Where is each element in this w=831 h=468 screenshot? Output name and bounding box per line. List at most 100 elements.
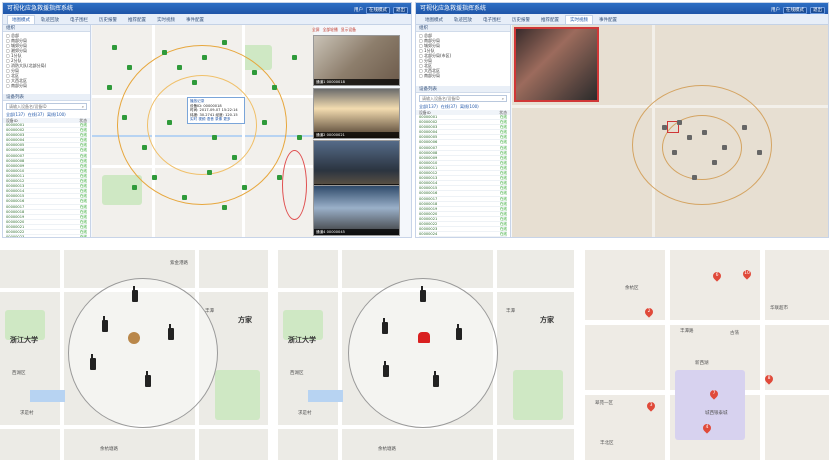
- tab-video[interactable]: 实时视频: [152, 15, 180, 24]
- officer-icon[interactable]: [128, 332, 140, 344]
- tree-node[interactable]: ▢ 南部分局: [6, 83, 87, 88]
- tab-fence-r[interactable]: 电子围栏: [478, 15, 506, 24]
- device-marker-icon[interactable]: [662, 125, 667, 130]
- tab-track[interactable]: 轨迹回放: [36, 15, 64, 24]
- tree-node[interactable]: ▢ 南部分局: [419, 73, 507, 78]
- filter-offline-r[interactable]: 离线(100): [460, 104, 479, 110]
- logout-button[interactable]: 退出: [393, 7, 408, 14]
- device-marker-icon[interactable]: [162, 50, 167, 55]
- tab-config[interactable]: 推荐配置: [123, 15, 151, 24]
- filter-online[interactable]: 在线(37): [28, 112, 44, 118]
- device-marker-icon[interactable]: [272, 85, 277, 90]
- device-marker-icon[interactable]: [742, 125, 747, 130]
- mode-pill-right[interactable]: 在线模式: [783, 7, 807, 14]
- video-wall-map[interactable]: [512, 25, 828, 237]
- geofence-map-2[interactable]: 浙江大学 方家 余杭塘路 丰潭 西湖区 求是村: [278, 250, 574, 460]
- logout-button-right[interactable]: 退出: [810, 7, 825, 14]
- radio-device-icon[interactable]: [145, 371, 151, 387]
- tab-event-r[interactable]: 事件配置: [594, 15, 622, 24]
- location-pin-icon[interactable]: 6: [711, 270, 723, 282]
- device-marker-icon[interactable]: [677, 120, 682, 125]
- device-marker-icon[interactable]: [262, 120, 267, 125]
- device-marker-icon[interactable]: [177, 65, 182, 70]
- show-devices-toggle[interactable]: 显示设备: [341, 27, 356, 33]
- location-pin-icon[interactable]: 2: [643, 306, 655, 318]
- user-label[interactable]: 用户: [354, 5, 363, 16]
- device-marker-icon[interactable]: [222, 205, 227, 210]
- alarm-icon[interactable]: [418, 332, 430, 343]
- tab-alarm-r[interactable]: 历史报警: [507, 15, 535, 24]
- device-row[interactable]: 00000023 在线: [6, 235, 87, 237]
- device-marker-icon[interactable]: [192, 80, 197, 85]
- radio-device-icon[interactable]: [90, 354, 96, 370]
- radio-device-icon[interactable]: [456, 324, 462, 340]
- device-search-input-r[interactable]: 请输入设备名/设备ID ⌕: [419, 95, 507, 102]
- location-pin-icon[interactable]: 10: [741, 268, 753, 280]
- device-popup[interactable]: 播放记录 设备ID: 00000018 时间: 2017-09-07 15:22…: [187, 97, 245, 124]
- radio-device-icon[interactable]: [433, 371, 439, 387]
- radio-device-icon[interactable]: [132, 286, 138, 302]
- video-tile-1[interactable]: 通道1 00000018: [313, 35, 400, 86]
- location-pin-icon[interactable]: 4: [701, 422, 713, 434]
- device-marker-icon[interactable]: [252, 70, 257, 75]
- device-marker-icon[interactable]: [232, 155, 237, 160]
- device-row[interactable]: 00000025 在线: [419, 237, 507, 238]
- device-marker-icon[interactable]: [722, 145, 727, 150]
- tab-config-r[interactable]: 推荐配置: [536, 15, 564, 24]
- device-marker-icon[interactable]: [757, 150, 762, 155]
- device-marker-icon[interactable]: [687, 135, 692, 140]
- location-pin-icon[interactable]: 8: [763, 373, 775, 385]
- device-marker-icon[interactable]: [142, 145, 147, 150]
- device-marker-icon[interactable]: [202, 55, 207, 60]
- tab-map[interactable]: 地图模式: [7, 15, 35, 24]
- device-marker-icon[interactable]: [127, 65, 132, 70]
- geofence-circle[interactable]: [68, 278, 218, 428]
- device-marker-icon[interactable]: [167, 120, 172, 125]
- geofence-map-1[interactable]: 浙江大学 方家 余杭塘路 丰潭 西湖区 紫金港路 求是村: [0, 250, 268, 460]
- device-marker-icon[interactable]: [222, 40, 227, 45]
- radio-device-icon[interactable]: [102, 316, 108, 332]
- video-tile-2[interactable]: 通道2 00000021: [313, 88, 400, 139]
- device-marker-icon[interactable]: [242, 185, 247, 190]
- tab-video-r[interactable]: 实时视频: [565, 15, 593, 24]
- location-pin-icon[interactable]: 3: [645, 400, 657, 412]
- tab-map-r[interactable]: 地图模式: [420, 15, 448, 24]
- carousel-button[interactable]: 全部轮播: [323, 27, 338, 33]
- device-marker-icon[interactable]: [297, 135, 302, 140]
- mode-pill[interactable]: 在线模式: [366, 7, 390, 14]
- video-tile-3[interactable]: 通道3 00000037: [313, 140, 400, 191]
- device-marker-icon[interactable]: [207, 170, 212, 175]
- fullscreen-button[interactable]: 全屏: [312, 27, 320, 33]
- filter-offline[interactable]: 离线(100): [47, 112, 66, 118]
- device-marker-icon[interactable]: [122, 115, 127, 120]
- radio-device-icon[interactable]: [168, 324, 174, 340]
- device-marker-icon[interactable]: [672, 150, 677, 155]
- search-icon[interactable]: ⌕: [502, 96, 504, 102]
- device-marker-icon[interactable]: [152, 175, 157, 180]
- device-marker-icon[interactable]: [712, 160, 717, 165]
- tab-track-r[interactable]: 轨迹回放: [449, 15, 477, 24]
- device-marker-icon[interactable]: [702, 130, 707, 135]
- device-marker-icon[interactable]: [107, 85, 112, 90]
- radio-device-icon[interactable]: [382, 318, 388, 334]
- user-label-right[interactable]: 用户: [771, 5, 780, 16]
- filter-online-r[interactable]: 在线(37): [441, 104, 457, 110]
- device-marker-icon[interactable]: [212, 135, 217, 140]
- search-icon[interactable]: ⌕: [82, 104, 84, 110]
- device-marker-icon[interactable]: [277, 175, 282, 180]
- location-pin-icon[interactable]: 7: [708, 388, 720, 400]
- device-marker-icon[interactable]: [182, 195, 187, 200]
- device-marker-icon[interactable]: [112, 45, 117, 50]
- radio-device-icon[interactable]: [420, 286, 426, 302]
- tab-alarm[interactable]: 历史报警: [94, 15, 122, 24]
- video-tile-4[interactable]: 通道4 00000045: [313, 185, 400, 236]
- poi-map[interactable]: 6 10 2 8 3 4 7 余杭区 城西银泰城 丰潭路 华联超市 翠苑一区 古荡 新西湖 …: [585, 250, 829, 460]
- main-map[interactable]: 播放记录 设备ID: 00000018 时间: 2017-09-07 15:22…: [92, 25, 314, 237]
- device-search-input[interactable]: 请输入设备名/设备ID ⌕: [6, 103, 87, 110]
- device-marker-icon[interactable]: [692, 175, 697, 180]
- live-video-overlay[interactable]: [514, 27, 599, 102]
- tab-event[interactable]: 事件配置: [181, 15, 209, 24]
- tab-fence[interactable]: 电子围栏: [65, 15, 93, 24]
- radio-device-icon[interactable]: [383, 361, 389, 377]
- device-marker-icon[interactable]: [132, 185, 137, 190]
